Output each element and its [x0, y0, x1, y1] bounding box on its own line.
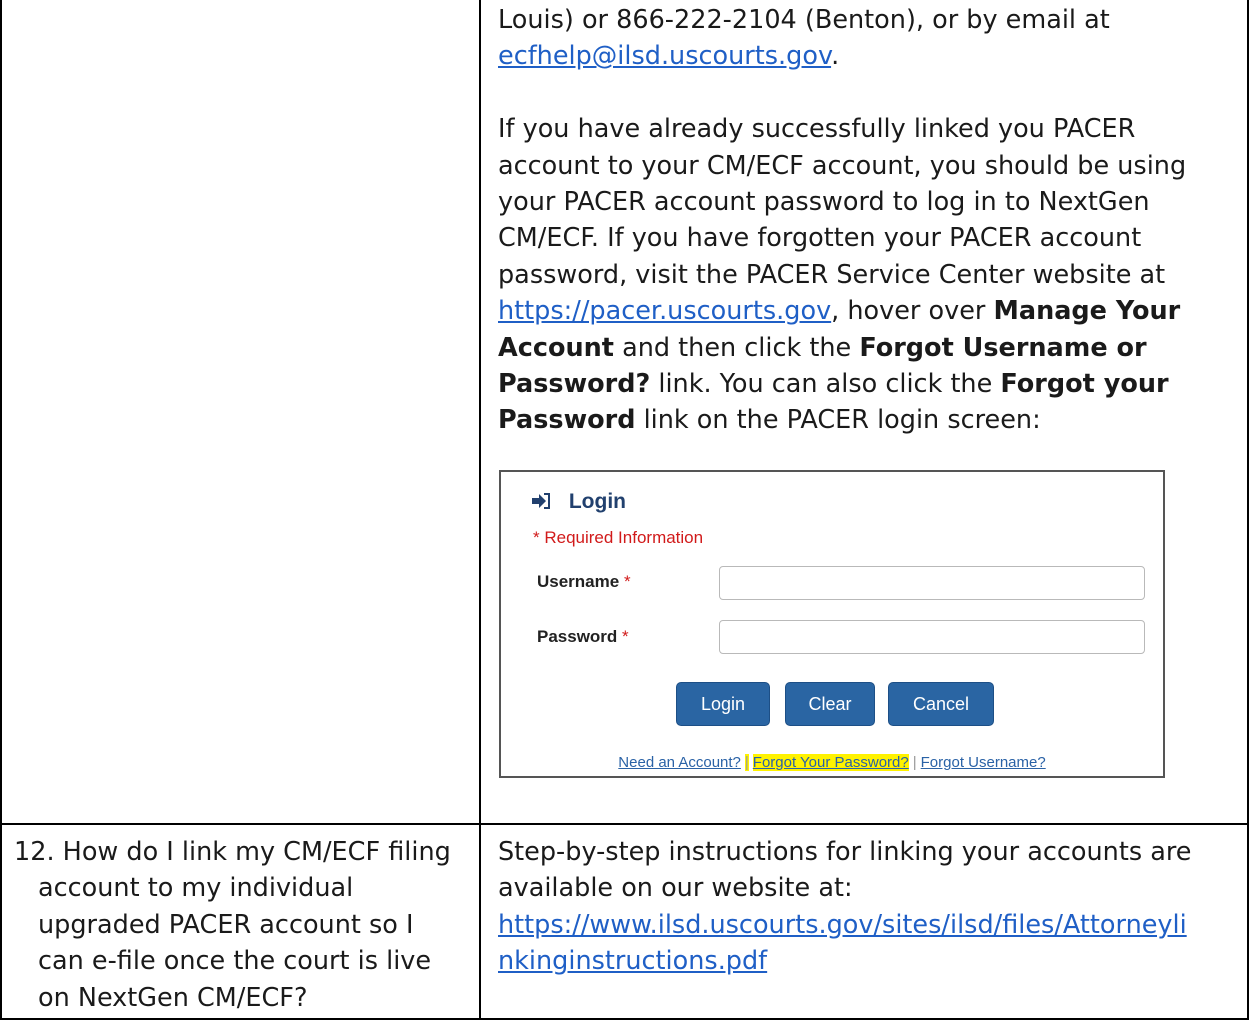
document-table: Louis) or 866-222-2104 (Benton), or by e… — [0, 0, 1249, 1020]
cancel-button[interactable]: Cancel — [888, 682, 994, 726]
username-input[interactable] — [719, 566, 1145, 600]
password-line: Password? link. You can also click the F… — [498, 366, 1238, 402]
para-line: your PACER account password to log in to… — [498, 187, 1150, 218]
question-line: can e-file once the court is live — [38, 946, 432, 977]
question-line: on NextGen CM/ECF? — [38, 982, 308, 1013]
forgot-username-text: Forgot Username or — [859, 332, 1147, 363]
password-text: Password — [498, 405, 636, 436]
login-screen-line: Password link on the PACER login screen: — [498, 402, 1238, 438]
username-label: Username * — [537, 572, 631, 592]
sign-in-arrow-icon — [531, 490, 557, 513]
clear-button[interactable]: Clear — [785, 682, 875, 726]
login-title: Login — [531, 490, 626, 514]
password-input[interactable] — [719, 620, 1145, 654]
table-border-left — [0, 0, 2, 1020]
instructions-link-line: nkinginstructions.pdf — [498, 943, 1243, 979]
answer-line: available on our website at: — [498, 873, 853, 904]
forgot-username-link[interactable]: Forgot Username? — [921, 754, 1046, 771]
login-button[interactable]: Login — [676, 682, 770, 726]
hover-text: , hover over — [831, 296, 994, 327]
password-label-text: Password — [537, 627, 618, 646]
account-text: Account — [498, 332, 614, 363]
link-separator: | — [912, 754, 917, 771]
password-q-text: Password? — [498, 369, 651, 400]
link-tail-text: link. You can also click the — [650, 369, 1001, 400]
email-suffix: . — [831, 41, 840, 72]
table-row-divider — [0, 823, 1249, 825]
required-star: * — [623, 572, 631, 591]
email-line: ecfhelp@ilsd.uscourts.gov. — [498, 38, 1238, 74]
forgot-password-link[interactable]: Forgot Your Password? — [752, 754, 909, 771]
login-links: Need an Account? | Forgot Your Password? | F… — [501, 754, 1163, 771]
answer-line: Step-by-step instructions for linking yo… — [498, 837, 1192, 867]
question-line: 12. How do I link my CM/ECF filing — [14, 837, 451, 867]
question-line: upgraded PACER account so I — [38, 909, 414, 940]
password-label: Password * — [537, 627, 629, 647]
instructions-link-part2[interactable]: nkinginstructions.pdf — [498, 946, 767, 976]
question-cell-12: 12. How do I link my CM/ECF filing accou… — [14, 834, 474, 1016]
intro-line: Louis) or 866-222-2104 (Benton), or by e… — [498, 2, 1238, 38]
intro-text: Louis) or 866-222-2104 (Benton), or by e… — [498, 5, 1110, 35]
username-label-text: Username — [537, 572, 620, 591]
login-title-text: Login — [568, 490, 626, 513]
forgot-your-text: Forgot your — [1000, 369, 1169, 400]
instructions-link-line: https://www.ilsd.uscourts.gov/sites/ilsd… — [498, 907, 1243, 943]
question-line: account to my individual — [38, 873, 354, 904]
answer-cell-top: Louis) or 866-222-2104 (Benton), or by e… — [498, 2, 1238, 439]
then-click-text: and then click the — [613, 332, 860, 363]
pacer-link-line: https://pacer.uscourts.gov, hover over M… — [498, 293, 1238, 329]
manage-your-text: Manage Your — [993, 296, 1181, 327]
instructions-link-part1[interactable]: https://www.ilsd.uscourts.gov/sites/ilsd… — [498, 910, 1187, 940]
para-line: CM/ECF. If you have forgotten your PACER… — [498, 223, 1142, 254]
login-screen-text: link on the PACER login screen: — [635, 405, 1041, 436]
table-column-divider — [479, 0, 481, 1020]
need-account-link[interactable]: Need an Account? — [618, 754, 741, 771]
account-line: Account and then click the Forgot Userna… — [498, 330, 1238, 366]
para-line: password, visit the PACER Service Center… — [498, 259, 1166, 290]
required-info: * Required Information — [533, 528, 704, 547]
link-separator: | — [744, 754, 749, 771]
email-link[interactable]: ecfhelp@ilsd.uscourts.gov — [498, 41, 831, 71]
pacer-link[interactable]: https://pacer.uscourts.gov — [498, 296, 831, 326]
required-star: * — [622, 627, 629, 646]
para-line: account to your CM/ECF account, you shou… — [498, 150, 1187, 181]
pacer-login-screenshot: Login * Required Information Username * … — [499, 470, 1165, 778]
para-line: If you have already successfully linked … — [498, 114, 1136, 145]
answer-cell-12: Step-by-step instructions for linking yo… — [498, 834, 1243, 980]
